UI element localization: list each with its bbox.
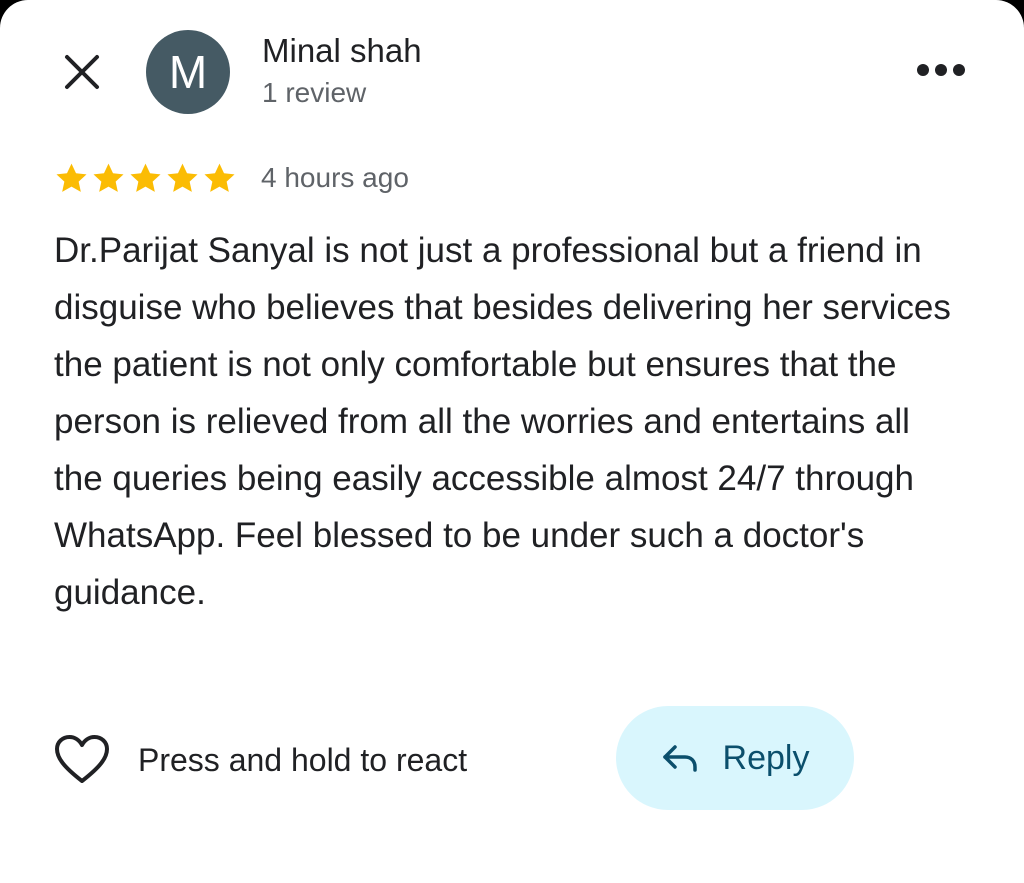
rating-row: 4 hours ago xyxy=(54,156,409,200)
more-options-button[interactable] xyxy=(910,52,972,88)
more-horizontal-icon xyxy=(917,64,965,76)
avatar-initial: M xyxy=(168,46,208,98)
reply-arrow-icon xyxy=(662,745,697,772)
star-filled-icon xyxy=(204,163,235,192)
review-sheet: M Minal shah 1 review 4 hours ago Dr.Par… xyxy=(0,0,1024,883)
review-text: Dr.Parijat Sanyal is not just a professi… xyxy=(54,231,951,612)
close-icon xyxy=(65,55,99,89)
star-filled-icon xyxy=(167,163,198,192)
author-name[interactable]: Minal shah xyxy=(262,32,422,70)
react-label: Press and hold to react xyxy=(138,741,468,778)
reply-button[interactable]: Reply xyxy=(616,706,854,810)
author-review-count: 1 review xyxy=(262,77,367,108)
heart-outline-icon xyxy=(55,735,109,783)
star-rating xyxy=(54,161,237,196)
review-time: 4 hours ago xyxy=(261,162,409,193)
close-button[interactable] xyxy=(56,46,108,98)
avatar[interactable]: M xyxy=(146,30,230,114)
star-filled-icon xyxy=(130,163,161,192)
react-button[interactable]: Press and hold to react xyxy=(54,732,467,788)
star-filled-icon xyxy=(93,163,124,192)
reply-label: Reply xyxy=(722,738,810,777)
star-filled-icon xyxy=(56,163,87,192)
